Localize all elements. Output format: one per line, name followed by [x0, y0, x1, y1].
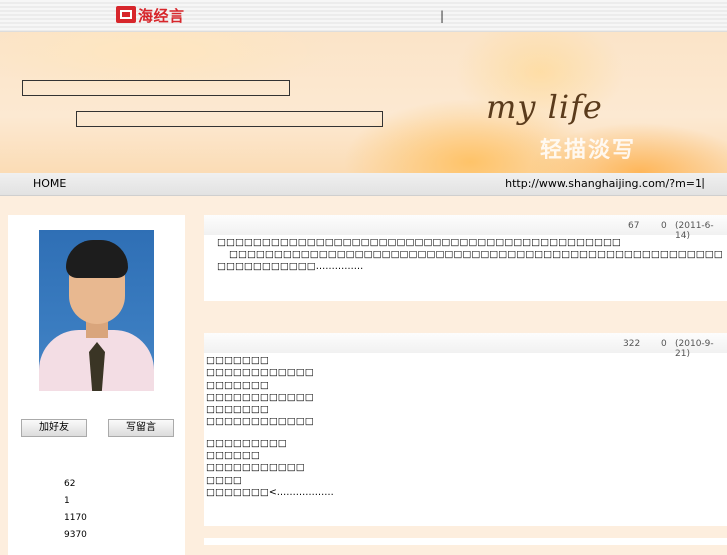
nav-separator: | — [701, 176, 705, 189]
post-view-count: 322 — [623, 339, 641, 349]
post-text-line: □□□□□□□□□□□ — [206, 462, 305, 474]
post-excerpt: □□□□□□□ □□□□□□□□□□□□ □□□□□□□ □□□□□□□□□□□… — [206, 355, 714, 499]
banner-tagline: my life — [486, 88, 603, 126]
post-text-line — [206, 429, 714, 438]
post-comment-count[interactable]: 0 — [661, 339, 667, 349]
blog-title-box — [22, 80, 290, 96]
post-text-line: □□□□□□□□□□□□ — [206, 367, 314, 379]
profile-sidebar: 加好友 写留言 62 1 1170 9370 — [8, 215, 185, 555]
post-text-line: □□□□□□□□□ — [206, 437, 287, 449]
post-text-line[interactable]: □□□□□□□□□□□…………… — [214, 261, 722, 273]
blog-post: 67 0 (2011-6-14) □□□□□□□□□□□□□□□□□□□□□□□… — [204, 215, 727, 301]
post-text-line[interactable]: □□□□□□□<……………… — [206, 487, 714, 499]
write-message-button[interactable]: 写留言 — [108, 419, 174, 437]
nav-home-link[interactable]: HOME — [33, 177, 66, 190]
post-header: 322 0 (2010-9-21) — [204, 333, 727, 359]
banner-decorative-text: 轻描淡写 — [540, 138, 637, 163]
blog-post: 322 0 (2010-9-21) □□□□□□□ □□□□□□□□□□□□ □… — [204, 333, 727, 526]
stat-value: 1 — [64, 496, 70, 506]
stat-value: 9370 — [64, 530, 87, 540]
next-post-edge — [204, 538, 727, 545]
post-text-line: □□□□□□□ — [206, 404, 269, 416]
blog-url-link[interactable]: http://www.shanghaijing.com/?m=1 — [505, 177, 702, 190]
post-text-line: □□□□□□□□□□□□□□□□□□□□□□□□□□□□□□□□□□□□□□□□… — [217, 237, 621, 248]
post-text-line: □□□□□□□□□□□□ — [206, 416, 314, 428]
post-comment-count[interactable]: 0 — [661, 221, 667, 231]
logo-text: 海经言 — [138, 7, 185, 25]
post-text-line: □□□□□□□□□□□□□□□□□□□□□□□□□□□□□□□□□□□□□□□□… — [229, 249, 722, 260]
post-text-line: □□□□□□□ — [206, 379, 269, 391]
stat-value: 62 — [64, 479, 76, 489]
top-bar: 海经言 | — [0, 0, 727, 32]
post-text-line: □□□□□□ — [206, 450, 260, 462]
blog-subtitle-box — [76, 111, 383, 127]
post-text-line: □□□□□□□□□□□□ — [206, 391, 314, 403]
post-text-line: □□□□ — [206, 474, 242, 486]
stat-value: 1170 — [64, 513, 87, 523]
post-excerpt: □□□□□□□□□□□□□□□□□□□□□□□□□□□□□□□□□□□□□□□□… — [214, 237, 722, 273]
post-view-count: 67 — [628, 221, 640, 231]
add-friend-button[interactable]: 加好友 — [21, 419, 87, 437]
post-header: 67 0 (2011-6-14) — [204, 215, 727, 241]
avatar[interactable] — [39, 230, 154, 391]
logo-icon — [116, 6, 136, 23]
top-separator: | — [440, 9, 445, 23]
blog-banner: my life 轻描淡写 — [0, 32, 727, 173]
avatar-hair — [66, 240, 128, 278]
nav-bar: HOME http://www.shanghaijing.com/?m=1 | — [0, 173, 727, 196]
post-text-line: □□□□□□□ — [206, 355, 269, 366]
